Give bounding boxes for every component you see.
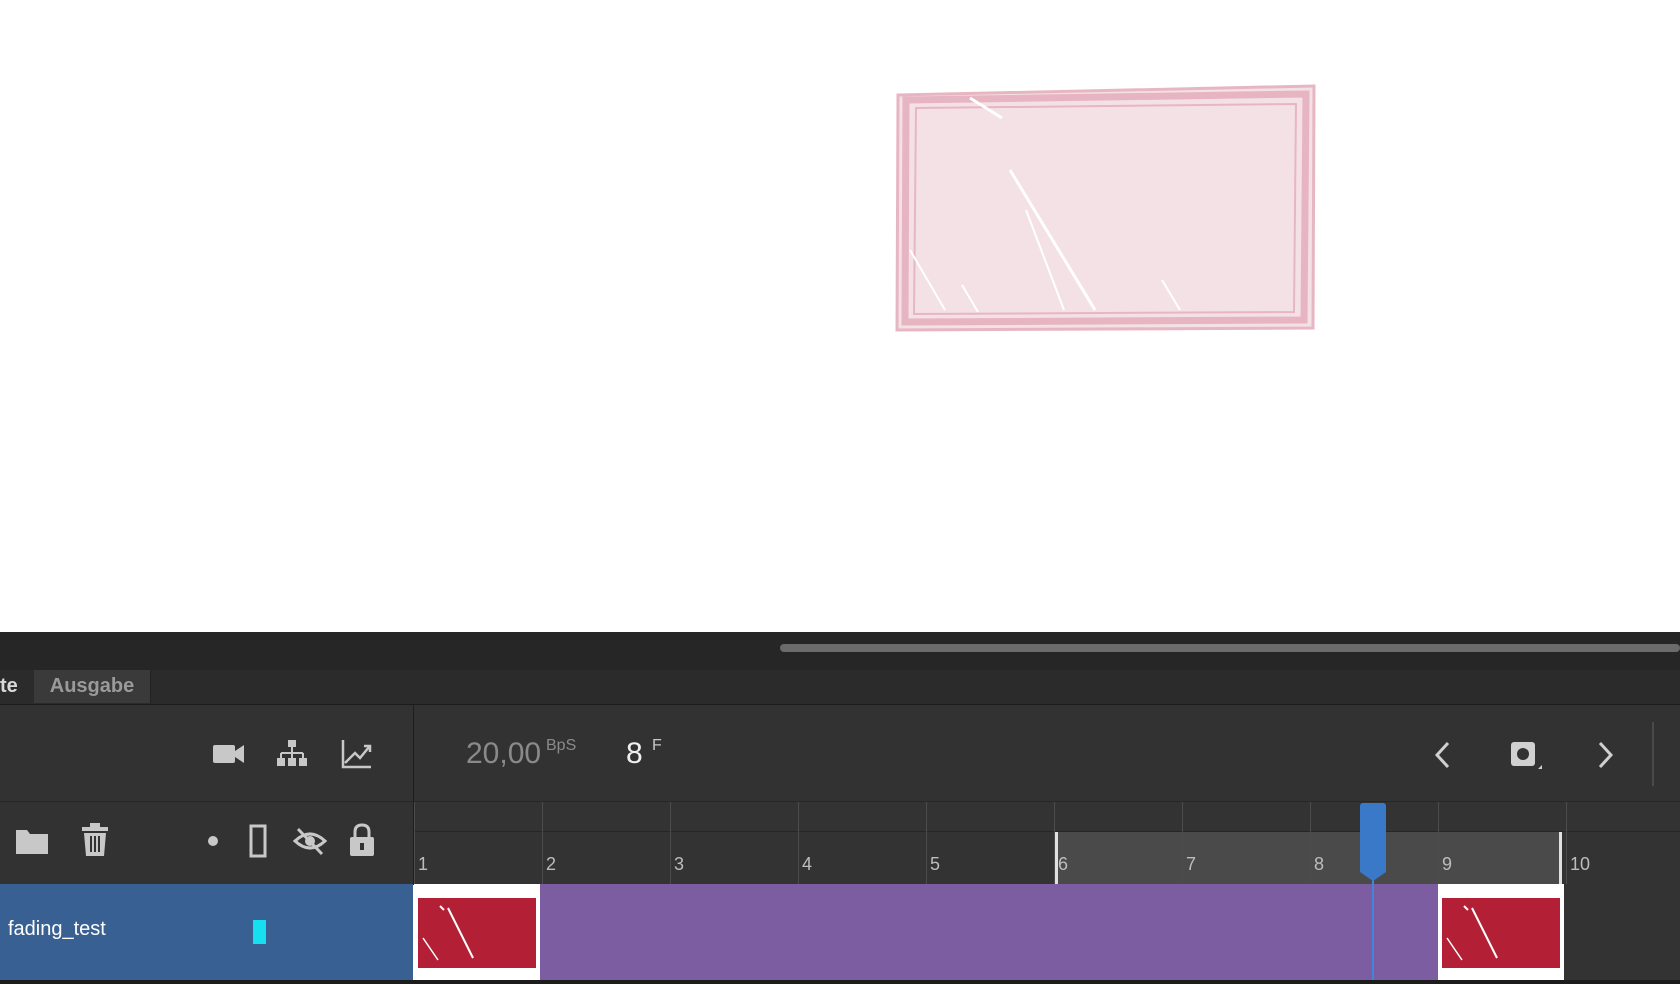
ruler-tick [1054,802,1055,884]
hidden-eye-icon[interactable] [292,826,328,856]
frame-number-5[interactable]: 5 [930,854,940,875]
frame-number-1[interactable]: 1 [418,854,428,875]
ruler-tick [798,802,799,884]
chevron-left-icon[interactable] [1432,740,1454,770]
hierarchy-icon[interactable] [276,738,308,770]
ruler-tick [1566,802,1567,884]
layer-color-swatch[interactable] [253,920,266,944]
frame-range-highlight [1056,832,1562,884]
frame-number-9[interactable]: 9 [1442,854,1452,875]
ruler-tick [926,802,927,884]
easing-graph-icon[interactable] [340,738,372,770]
keyframe-thumbnail-strokes [1446,905,1498,961]
ruler-tick [414,802,415,884]
pink-rectangle-shape[interactable] [895,84,1316,332]
stage-svg [895,84,1316,332]
outline-icon[interactable] [248,824,268,858]
ruler-tick [1310,802,1311,884]
trash-icon[interactable] [80,822,110,858]
layer-name[interactable]: fading_test [8,918,106,941]
tween-span[interactable] [540,884,1438,980]
keyframe-1[interactable] [414,884,540,980]
keyframe-9[interactable] [1438,884,1564,980]
panel-tab-bar [0,670,1680,705]
ruler-divider [414,831,1680,832]
ruler-tick [542,802,543,884]
bottom-edge [0,980,1680,984]
frame-number-6[interactable]: 6 [1058,854,1068,875]
fps-unit-label: BpS [546,737,577,754]
frame-number-10[interactable]: 10 [1570,854,1590,875]
chevron-right-icon[interactable] [1594,740,1616,770]
stage-canvas[interactable] [0,0,1680,632]
frame-number-8[interactable]: 8 [1314,854,1324,875]
folder-icon[interactable] [14,826,50,856]
empty-frames[interactable] [1564,884,1680,980]
frame-unit-label: F [652,737,662,754]
insert-keyframe-icon[interactable] [1508,739,1544,773]
tab-output[interactable]: Ausgabe [34,670,151,703]
keyframe-thumbnail [418,898,536,968]
ruler-tick [1182,802,1183,884]
frame-number-7[interactable]: 7 [1186,854,1196,875]
ruler-tick [1438,802,1439,884]
toolbar-divider [1652,722,1654,786]
playhead-handle[interactable] [1359,802,1387,882]
tab-timeline[interactable]: te [0,670,32,703]
frame-number-2[interactable]: 2 [546,854,556,875]
lock-icon[interactable] [348,823,376,857]
fps-value[interactable]: 20,00 [466,737,541,771]
camera-icon[interactable] [212,740,246,768]
frame-number-4[interactable]: 4 [802,854,812,875]
ruler-tick [670,802,671,884]
keyframe-thumbnail-strokes [422,905,474,961]
frame-number-3[interactable]: 3 [674,854,684,875]
stage-scrollbar-thumb[interactable] [780,644,1680,652]
range-end-marker[interactable] [1559,832,1562,884]
keyframe-thumbnail [1442,898,1560,968]
dot-icon[interactable] [206,834,220,848]
current-frame-value[interactable]: 8 [626,737,643,771]
